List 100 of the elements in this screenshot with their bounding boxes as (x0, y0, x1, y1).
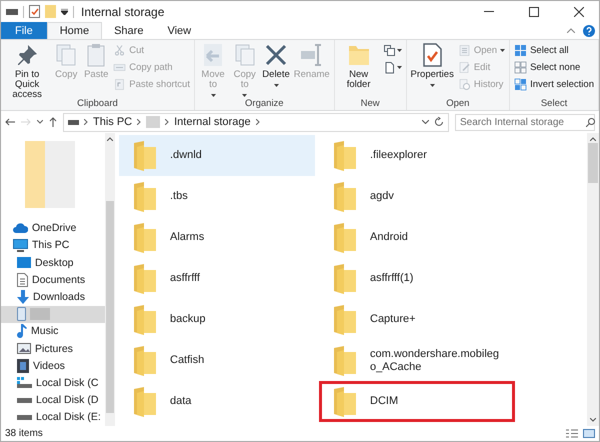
chevron-down-icon[interactable] (422, 120, 429, 124)
folder-item[interactable]: asffrfff (119, 258, 315, 299)
monitor-icon (13, 238, 28, 252)
ribbon-tab[interactable]: Share (102, 22, 156, 39)
folder-item[interactable]: data (119, 381, 315, 422)
folder-icon (334, 182, 356, 212)
breadcrumb[interactable]: This PC (93, 116, 132, 128)
address-bar[interactable]: This PC Internal storage (63, 112, 449, 132)
scrollbar[interactable] (105, 133, 115, 426)
caret-icon (500, 49, 506, 52)
recent-locations-button[interactable] (37, 120, 43, 124)
folder-icon (134, 140, 156, 170)
scrollbar-thumb[interactable] (588, 143, 598, 183)
group-label: Select (540, 97, 568, 110)
window-title: Internal storage (81, 4, 164, 18)
group-label: Clipboard (76, 97, 119, 110)
folder-item[interactable]: Catfish (119, 340, 315, 381)
help-icon[interactable] (583, 24, 595, 36)
nav-item[interactable]: This PC (1, 236, 105, 254)
up-button[interactable] (49, 117, 57, 127)
chevron-right-icon (256, 119, 260, 125)
folder-item[interactable]: .dwnld (119, 135, 315, 176)
caret-icon (274, 84, 279, 87)
nav-item[interactable]: Documents (1, 271, 105, 288)
folder-item[interactable]: agdv (319, 176, 515, 217)
minimize-icon (484, 11, 494, 12)
folder-item[interactable]: com.wondershare.mobilego_ACache (319, 340, 515, 381)
ribbon-button[interactable]: New folder (336, 41, 381, 91)
folder-name: Capture+ (370, 313, 416, 326)
breadcrumb[interactable]: Internal storage (174, 116, 251, 128)
ribbon-button[interactable]: Select none (512, 60, 596, 75)
ribbon-tab[interactable]: File (1, 22, 47, 39)
nav-item[interactable]: Downloads (1, 288, 105, 306)
path-icon (113, 61, 126, 74)
folder-name: Android (370, 231, 408, 244)
chevron-down-icon (590, 418, 596, 422)
back-button[interactable] (5, 118, 15, 126)
folder-icon (334, 304, 356, 334)
folder-item[interactable]: Alarms (119, 217, 315, 258)
pixelated-block (25, 141, 75, 208)
folder-icon (134, 182, 156, 212)
search-field[interactable]: Search Internal storage (455, 114, 595, 130)
search-icon (586, 118, 595, 126)
monitor-icon (17, 257, 31, 268)
item-count: 38 items (5, 428, 43, 439)
ribbon-button[interactable]: Pin to Quick access (3, 41, 52, 101)
nav-item[interactable]: Local Disk (D (1, 392, 105, 409)
ribbon-button[interactable]: Invert selection (512, 77, 596, 92)
folder-icon (334, 346, 356, 376)
ribbon-button[interactable]: Properties (408, 41, 456, 91)
folder-icon (134, 386, 156, 416)
checklist-icon[interactable] (29, 5, 40, 18)
ribbon-button[interactable]: Select all (512, 43, 596, 58)
drive-icon[interactable] (6, 8, 18, 14)
nav-item[interactable]: Videos (1, 357, 105, 374)
caret-icon (430, 84, 435, 87)
arrow-right-icon (21, 118, 31, 126)
folder-name: agdv (370, 190, 394, 203)
document-icon (17, 272, 28, 287)
scrollbar-thumb[interactable] (106, 201, 114, 413)
folder-item[interactable]: backup (119, 299, 315, 340)
grid-icon (514, 44, 528, 57)
dashed-grid-icon (514, 61, 528, 74)
details-view-icon[interactable] (566, 429, 578, 438)
nav-item[interactable]: Desktop (1, 254, 105, 272)
drive-icon (17, 414, 32, 420)
nav-item[interactable]: Local Disk (E: (1, 408, 105, 426)
chevron-up-icon[interactable] (567, 28, 575, 33)
ribbon-button[interactable]: Delete (260, 41, 292, 91)
folder-name: asffrfff (170, 272, 200, 285)
folder-item[interactable]: .fileexplorer (319, 135, 515, 176)
folder-item[interactable]: asffrfff(1) (319, 258, 515, 299)
caret-icon (396, 49, 402, 52)
dropdown-icon[interactable] (61, 8, 68, 14)
nav-item[interactable]: Music (1, 322, 105, 340)
refresh-icon[interactable] (434, 117, 444, 127)
ribbon-tab[interactable]: View (155, 22, 204, 39)
large-icons-view-icon[interactable] (583, 429, 595, 438)
folder-name: .tbs (170, 190, 188, 203)
nav-item[interactable]: OneDrive (1, 220, 105, 237)
blurred-breadcrumb (146, 116, 160, 128)
scrollbar[interactable] (587, 133, 599, 426)
folder-item[interactable]: Capture+ (319, 299, 515, 340)
nav-item[interactable]: Pictures (1, 340, 105, 358)
nav-item[interactable]: Local Disk (C (1, 374, 105, 392)
folder-item[interactable]: DCIM (319, 381, 515, 422)
folder-icon (134, 264, 156, 294)
scissors-icon (113, 44, 126, 57)
folder-name: DCIM (370, 395, 398, 408)
caret-icon (242, 94, 248, 97)
folder-icon (334, 264, 356, 294)
nav-item[interactable] (1, 306, 105, 323)
ribbon-tab[interactable]: Home (46, 22, 102, 39)
folder-item[interactable]: Android (319, 217, 515, 258)
folder-name: .dwnld (170, 149, 202, 162)
folder-icon (134, 304, 156, 334)
page-icon (382, 61, 396, 74)
chevron-right-icon (137, 119, 142, 125)
folder-item[interactable]: .tbs (119, 176, 315, 217)
music-note-icon (17, 324, 27, 338)
